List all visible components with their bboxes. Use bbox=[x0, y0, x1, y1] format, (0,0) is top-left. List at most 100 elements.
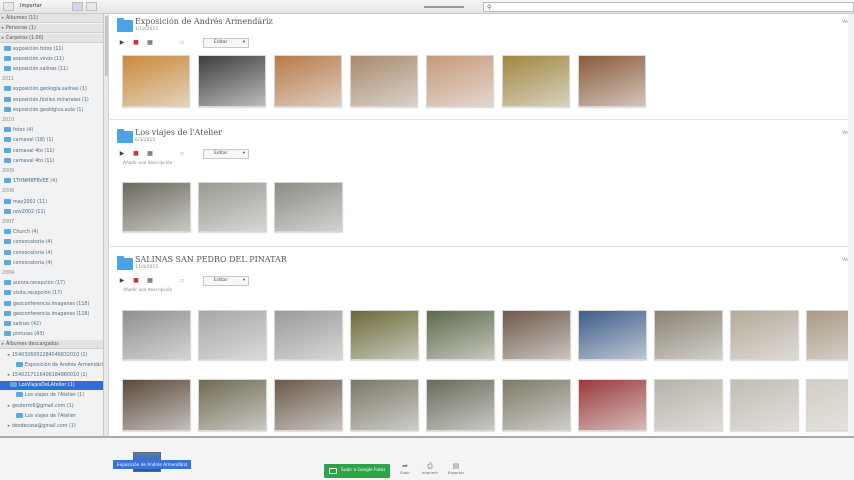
search-input[interactable]: ⚲ bbox=[483, 2, 854, 12]
album-edit-dropdown[interactable]: Editar ▾ bbox=[203, 276, 249, 286]
sidebar-subfolder[interactable]: Los viajes de l'Atelier bbox=[0, 412, 103, 421]
sidebar-subitem[interactable]: ▸ geoterm6@gmail.com (1) bbox=[0, 402, 103, 411]
collage-icon[interactable]: ▦ bbox=[146, 39, 154, 47]
sidebar-item[interactable]: exposición.fotos (11) bbox=[0, 45, 103, 54]
photo-thumbnail[interactable] bbox=[122, 55, 190, 107]
print-action[interactable]: ⎙ Imprimir bbox=[420, 462, 440, 475]
photo-thumbnail[interactable] bbox=[274, 379, 343, 431]
photo-thumbnail[interactable] bbox=[654, 310, 723, 360]
photo-thumbnail[interactable] bbox=[198, 55, 266, 107]
photo-thumbnail[interactable] bbox=[122, 182, 191, 232]
photo-thumbnail[interactable] bbox=[806, 379, 854, 431]
collage-icon[interactable]: ▦ bbox=[146, 150, 154, 158]
share-album-icon[interactable]: ▫ bbox=[178, 277, 186, 285]
sidebar-item[interactable]: 1THNMBFRVEE (4) bbox=[0, 177, 103, 186]
sidebar-item[interactable]: pinturas (43) bbox=[0, 330, 103, 339]
photo-thumbnail[interactable] bbox=[730, 379, 799, 431]
sidebar-item[interactable]: exposición.vinos (11) bbox=[0, 55, 103, 64]
upload-icon[interactable] bbox=[385, 2, 393, 11]
sidebar-item[interactable]: exposición.fósiles.minerales (1) bbox=[0, 96, 103, 105]
youtube-icon[interactable]: ■ bbox=[132, 277, 140, 285]
photo-thumbnail[interactable] bbox=[578, 310, 647, 360]
play-icon[interactable]: ▶ bbox=[118, 39, 126, 47]
album-title[interactable]: Los viajes de l'Atelier bbox=[135, 128, 222, 137]
view-toggle-button[interactable] bbox=[72, 2, 83, 11]
sidebar-item[interactable]: fotos (4) bbox=[0, 126, 103, 135]
zoom-slider[interactable] bbox=[424, 6, 464, 8]
share-action[interactable]: ➦ Subir bbox=[395, 462, 415, 475]
album-edit-dropdown[interactable]: Editar ▾ bbox=[203, 149, 249, 159]
share-button[interactable]: Subir a Google Fotos bbox=[324, 464, 390, 478]
photo-thumbnail[interactable] bbox=[350, 55, 418, 107]
photo-thumbnail[interactable] bbox=[654, 379, 723, 431]
photo-thumbnail[interactable] bbox=[122, 310, 191, 360]
play-icon[interactable]: ▶ bbox=[118, 277, 126, 285]
sidebar-scrollbar[interactable] bbox=[104, 14, 109, 436]
share-album-icon[interactable]: ▫ bbox=[178, 39, 186, 47]
sidebar-item[interactable]: carnaval (18) (1) bbox=[0, 136, 103, 145]
sidebar-item[interactable]: geoconferencia.imagenes (118) bbox=[0, 310, 103, 319]
rotate-icon[interactable] bbox=[396, 2, 404, 11]
youtube-icon[interactable]: ■ bbox=[132, 39, 140, 47]
sidebar-year[interactable]: 2009 bbox=[0, 167, 103, 176]
import-label[interactable]: Importar bbox=[20, 3, 42, 9]
photo-thumbnail[interactable] bbox=[426, 55, 494, 107]
photo-thumbnail[interactable] bbox=[502, 55, 570, 107]
photo-thumbnail[interactable] bbox=[350, 310, 419, 360]
export-action[interactable]: ▤ Exportar bbox=[446, 462, 466, 475]
sidebar-year[interactable]: 2010 bbox=[0, 116, 103, 125]
photo-thumbnail[interactable] bbox=[578, 379, 647, 431]
photo-thumbnail[interactable] bbox=[122, 379, 191, 431]
main-scrollbar[interactable] bbox=[848, 14, 854, 436]
sidebar-item[interactable]: convocatoria (4) bbox=[0, 238, 103, 247]
sidebar-year[interactable]: 2007 bbox=[0, 218, 103, 227]
album-edit-dropdown[interactable]: Editar ▾ bbox=[203, 38, 249, 48]
photo-thumbnail[interactable] bbox=[578, 55, 646, 107]
sidebar-section[interactable]: ▸ Álbumes (11) bbox=[0, 14, 103, 23]
photo-thumbnail[interactable] bbox=[502, 310, 571, 360]
photo-thumbnail[interactable] bbox=[730, 310, 799, 360]
photo-thumbnail[interactable] bbox=[198, 182, 267, 232]
sidebar-item[interactable]: may2002 (11) bbox=[0, 198, 103, 207]
sidebar-item[interactable]: nov2002 (11) bbox=[0, 208, 103, 217]
album-description[interactable]: Añadir una descripción bbox=[123, 288, 172, 293]
photo-thumbnail[interactable] bbox=[806, 310, 854, 360]
sidebar-item[interactable]: Church (4) bbox=[0, 228, 103, 237]
sidebar-item[interactable]: exposición.geológica.aula (1) bbox=[0, 106, 103, 115]
sidebar-year[interactable]: 2004 bbox=[0, 269, 103, 278]
album-title[interactable]: Exposición de Andrés Armendáriz bbox=[135, 17, 273, 26]
sidebar-item[interactable]: salinas (42) bbox=[0, 320, 103, 329]
sidebar-item[interactable]: exposición.salinas (11) bbox=[0, 65, 103, 74]
photo-thumbnail[interactable] bbox=[350, 379, 419, 431]
sidebar-subitem[interactable]: ▸ 1540217116406184860010 (1) bbox=[0, 371, 103, 380]
album-description[interactable]: Añadir una descripción bbox=[123, 161, 172, 166]
photo-thumbnail[interactable] bbox=[274, 182, 343, 232]
sidebar-item[interactable]: carnaval 4to (11) bbox=[0, 147, 103, 156]
rotate-right-icon[interactable] bbox=[407, 2, 415, 11]
collage-icon[interactable]: ▦ bbox=[146, 277, 154, 285]
sidebar-year[interactable]: 2011 bbox=[0, 75, 103, 84]
sidebar-item[interactable]: convocatoria (4) bbox=[0, 249, 103, 258]
photo-thumbnail[interactable] bbox=[274, 55, 342, 107]
sidebar-subitem[interactable]: ▸ 1540326002284046832010 (1) bbox=[0, 351, 103, 360]
share-album-icon[interactable]: ▫ bbox=[178, 150, 186, 158]
youtube-icon[interactable]: ■ bbox=[132, 150, 140, 158]
photo-thumbnail[interactable] bbox=[198, 310, 267, 360]
photo-thumbnail[interactable] bbox=[426, 310, 495, 360]
sidebar-item[interactable]: geoconferencia.imagenes (118) bbox=[0, 300, 103, 309]
sidebar-item[interactable]: convocatoria (4) bbox=[0, 259, 103, 268]
sidebar-item-selected[interactable]: LosViajesDeLAtelier (1) bbox=[0, 381, 103, 391]
sidebar-item[interactable]: exposición.geología.salinas (1) bbox=[0, 85, 103, 94]
view-toggle-button-2[interactable] bbox=[86, 2, 97, 11]
sidebar-section[interactable]: ▸ Personas (1) bbox=[0, 24, 103, 34]
sidebar-subitem[interactable]: ▸ desdecasa@gmail.com (1) bbox=[0, 422, 103, 431]
album-title[interactable]: SALINAS SAN PEDRO DEL PINATAR bbox=[135, 255, 287, 264]
photo-thumbnail[interactable] bbox=[274, 310, 343, 360]
sidebar-item[interactable]: aurora.recepción (17) bbox=[0, 279, 103, 288]
import-button-icon[interactable] bbox=[3, 2, 14, 11]
photo-thumbnail[interactable] bbox=[502, 379, 571, 431]
play-icon[interactable]: ▶ bbox=[118, 150, 126, 158]
sidebar-item[interactable]: visita.recepción (17) bbox=[0, 289, 103, 298]
sidebar-item[interactable]: carnaval 4to (11) bbox=[0, 157, 103, 166]
photo-thumbnail[interactable] bbox=[198, 379, 267, 431]
